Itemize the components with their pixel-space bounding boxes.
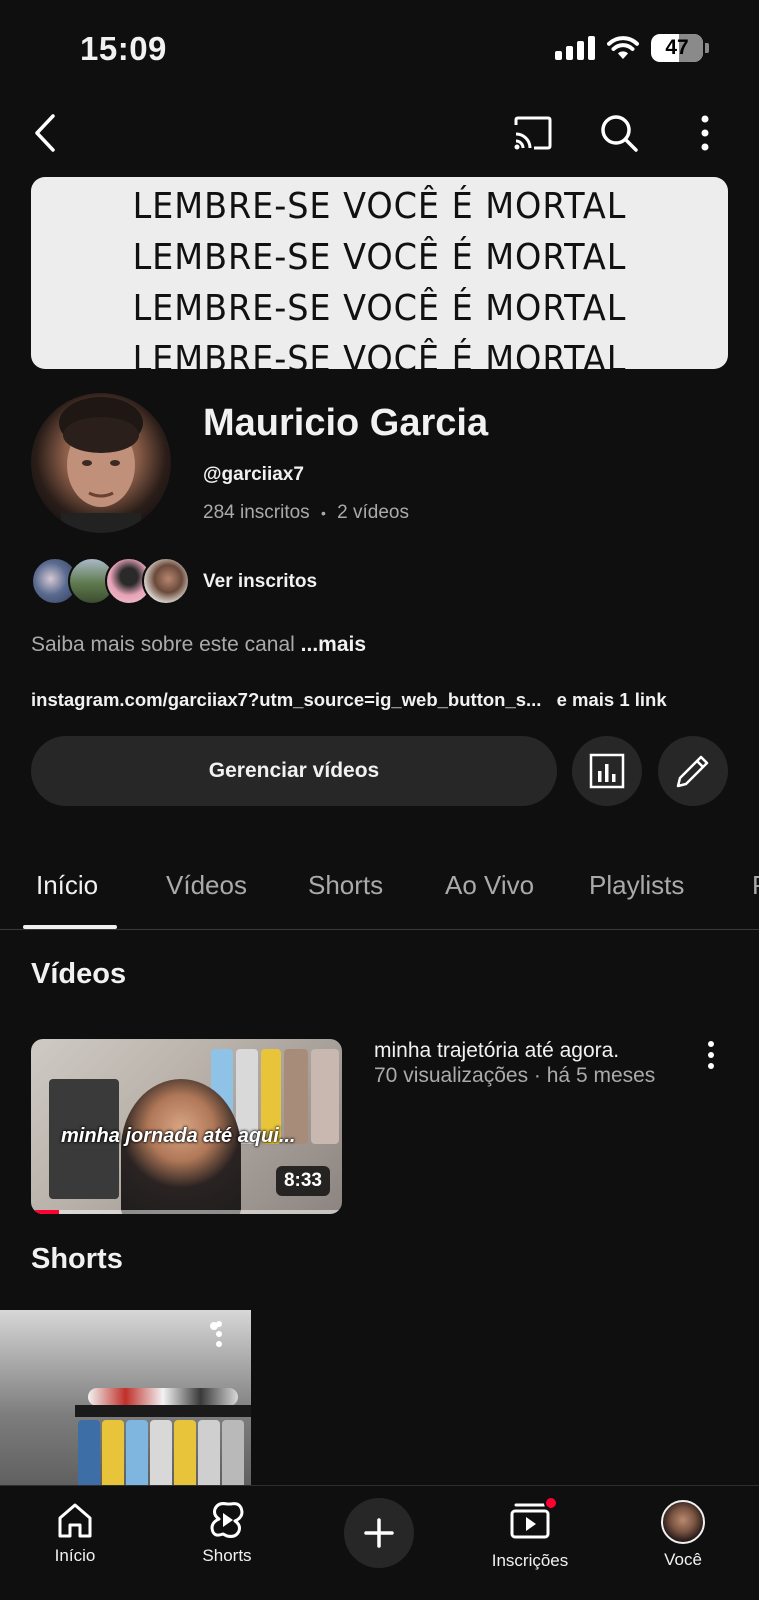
channel-link[interactable]: instagram.com/garciiax7?utm_source=ig_we… (31, 689, 541, 710)
create-button[interactable] (344, 1498, 414, 1568)
about-more-link[interactable]: ...mais (301, 633, 366, 656)
channel-name: Mauricio Garcia (203, 402, 489, 444)
battery-indicator: 47 (651, 34, 703, 62)
subscriber-avatar (142, 557, 190, 605)
top-nav (0, 105, 759, 165)
battery-level: 47 (665, 36, 689, 59)
home-icon (58, 1503, 92, 1538)
signal-icon (555, 36, 595, 60)
short-more-button[interactable] (214, 1320, 238, 1352)
nav-home[interactable]: Início (20, 1500, 130, 1566)
you-avatar-icon (661, 1500, 705, 1544)
status-time: 15:09 (80, 30, 167, 67)
status-bar: 15:09 47 (0, 0, 759, 100)
nav-label: Início (54, 1546, 96, 1565)
notification-dot (544, 1496, 558, 1510)
tab-playlists[interactable]: Playlists (589, 870, 684, 901)
edit-channel-button[interactable] (658, 736, 728, 806)
status-icons: 47 (555, 34, 709, 62)
video-count: 2 vídeos (337, 502, 409, 523)
more-links[interactable]: e mais 1 link (557, 689, 667, 710)
channel-about[interactable]: Saiba mais sobre este canal ...mais (31, 633, 366, 657)
shorts-icon (210, 1502, 244, 1538)
thumbnail-caption: minha jornada até aqui... (61, 1125, 296, 1147)
more-vertical-icon (708, 1041, 714, 1069)
banner-text-line: LEMBRE-SE VOCÊ É MORTAL (132, 339, 627, 369)
nav-label: Shorts (202, 1546, 252, 1565)
back-arrow-icon (35, 114, 55, 152)
video-thumbnail[interactable]: minha jornada até aqui... 8:33 (31, 1039, 342, 1214)
video-more-button[interactable] (706, 1040, 734, 1074)
cast-button[interactable] (505, 105, 561, 161)
channel-avatar[interactable] (31, 393, 171, 533)
nav-shorts[interactable]: Shorts (172, 1500, 282, 1566)
video-duration: 8:33 (275, 1166, 330, 1196)
channel-banner[interactable]: LEMBRE-SE VOCÊ É MORTAL LEMBRE-SE VOCÊ É… (31, 177, 728, 369)
nav-label: Inscrições (491, 1551, 569, 1570)
nav-subscriptions[interactable]: Inscrições (475, 1496, 585, 1571)
watch-progress-track (31, 1210, 342, 1214)
search-icon (601, 115, 638, 152)
channel-links[interactable]: instagram.com/garciiax7?utm_source=ig_we… (31, 689, 667, 711)
more-vertical-icon (701, 115, 709, 151)
tab-videos[interactable]: Vídeos (166, 870, 247, 901)
back-button[interactable] (18, 105, 74, 161)
video-title[interactable]: minha trajetória até agora. (374, 1039, 619, 1063)
banner-text-line: LEMBRE-SE VOCÊ É MORTAL (132, 237, 627, 278)
subscriber-count: 284 inscritos (203, 502, 310, 523)
watch-progress-bar (31, 1210, 59, 1214)
channel-tabs: Início Vídeos Shorts Ao Vivo Playlists P (0, 858, 759, 930)
tab-ao-vivo[interactable]: Ao Vivo (445, 870, 534, 901)
subscriber-avatars[interactable] (31, 557, 191, 607)
channel-stats: 284 inscritos • 2 vídeos (203, 502, 409, 524)
about-text: Saiba mais sobre este canal (31, 633, 295, 656)
tab-more[interactable]: P (752, 870, 759, 901)
manage-videos-button[interactable]: Gerenciar vídeos (31, 736, 557, 806)
channel-handle: @garciiax7 (203, 464, 304, 485)
video-meta: 70 visualizações · há 5 meses (374, 1064, 656, 1087)
cast-icon (514, 116, 552, 150)
view-subscribers-link[interactable]: Ver inscritos (203, 571, 317, 593)
more-vertical-icon (216, 1321, 222, 1347)
short-thumbnail[interactable] (0, 1310, 251, 1485)
nav-label: Você (664, 1550, 702, 1569)
search-button[interactable] (591, 105, 647, 161)
analytics-button[interactable] (572, 736, 642, 806)
videos-section-title: Vídeos (31, 958, 127, 990)
wifi-icon (607, 36, 639, 59)
stats-separator: • (320, 504, 326, 521)
more-options-button[interactable] (677, 105, 733, 161)
shorts-section-title: Shorts (31, 1243, 123, 1275)
pencil-icon (676, 755, 709, 788)
active-tab-indicator (23, 925, 117, 929)
banner-text-line: LEMBRE-SE VOCÊ É MORTAL (132, 186, 627, 227)
nav-you[interactable]: Você (628, 1500, 738, 1570)
battery-tip (705, 43, 709, 53)
analytics-icon (589, 753, 625, 789)
banner-text-line: LEMBRE-SE VOCÊ É MORTAL (132, 288, 627, 329)
tab-inicio[interactable]: Início (36, 870, 98, 901)
tab-shorts[interactable]: Shorts (308, 870, 383, 901)
bottom-navigation: Início Shorts Inscrições Você (0, 1485, 759, 1600)
create-plus-icon (364, 1518, 394, 1548)
